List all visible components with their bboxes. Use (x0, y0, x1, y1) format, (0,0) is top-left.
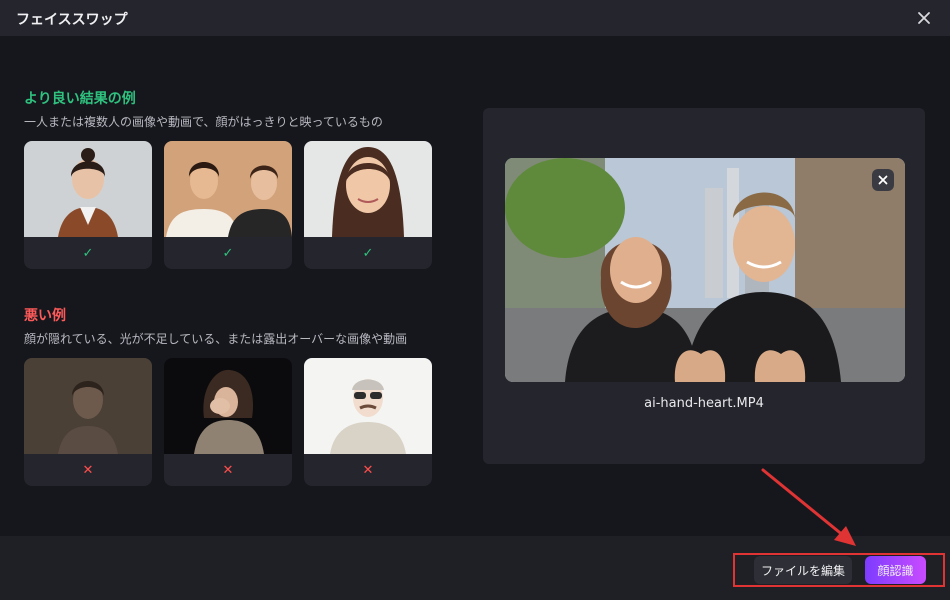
check-icon: ✓ (222, 245, 234, 261)
title-bar: フェイススワップ (0, 0, 950, 36)
good-examples-description: 一人または複数人の画像や動画で、顔がはっきりと映っているもの (24, 115, 383, 129)
bad-example-image-3 (304, 358, 432, 454)
good-example-card-2: ✓ (164, 141, 292, 269)
bad-example-card-1: ✕ (24, 358, 152, 486)
check-icon: ✓ (362, 245, 374, 261)
video-filename: ai-hand-heart.MP4 (644, 396, 764, 411)
close-icon (918, 12, 930, 24)
close-icon (878, 175, 888, 185)
cross-icon: ✕ (222, 462, 234, 478)
cross-icon: ✕ (362, 462, 374, 478)
bad-example-image-2 (164, 358, 292, 454)
remove-video-button[interactable] (872, 169, 894, 191)
edit-file-button[interactable]: ファイルを編集 (754, 556, 852, 584)
good-example-image-2 (164, 141, 292, 237)
bad-examples-heading: 悪い例 (24, 308, 66, 324)
good-examples-heading: より良い結果の例 (24, 91, 136, 107)
check-icon: ✓ (82, 245, 94, 261)
bad-example-image-1 (24, 358, 152, 454)
bad-example-card-2: ✕ (164, 358, 292, 486)
window-title: フェイススワップ (16, 12, 128, 28)
good-example-image-3 (304, 141, 432, 237)
good-example-image-1 (24, 141, 152, 237)
close-button[interactable] (910, 4, 938, 32)
good-example-card-3: ✓ (304, 141, 432, 269)
bad-examples-description: 顔が隠れている、光が不足している、または露出オーバーな画像や動画 (24, 332, 408, 346)
cross-icon: ✕ (82, 462, 94, 478)
good-example-card-1: ✓ (24, 141, 152, 269)
face-recognition-button[interactable]: 顔認識 (865, 556, 926, 584)
video-thumbnail[interactable] (505, 158, 905, 382)
bad-example-card-3: ✕ (304, 358, 432, 486)
